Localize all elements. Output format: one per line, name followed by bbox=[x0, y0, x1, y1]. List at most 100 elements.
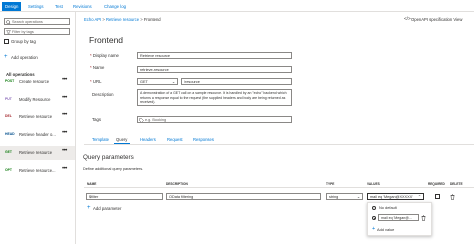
column-header-delete: DELETE bbox=[450, 182, 463, 186]
subtab-template[interactable]: Template bbox=[92, 137, 109, 142]
delete-icon[interactable] bbox=[450, 193, 455, 200]
plus-icon: + bbox=[87, 205, 91, 211]
subtab-query-underline bbox=[114, 143, 130, 145]
sidebar-operation-item[interactable]: OPT Retrieve resource... ••• bbox=[0, 164, 75, 178]
sidebar-operation-item[interactable]: GET Retrieve resource ••• bbox=[0, 146, 75, 160]
add-parameter-button[interactable]: + Add parameter bbox=[87, 205, 132, 213]
sidebar-operation-item[interactable]: POST Create resource ••• bbox=[0, 75, 75, 89]
default-value-radio[interactable] bbox=[372, 216, 376, 220]
tag-icon bbox=[139, 117, 144, 122]
param-values-select[interactable]: mail eq 'Megan@XXXXX' ⌃ bbox=[367, 193, 424, 200]
column-header-name: NAME bbox=[87, 182, 97, 186]
subtab-headers[interactable]: Headers bbox=[140, 137, 156, 142]
subtab-query[interactable]: Query bbox=[116, 137, 127, 142]
sidebar-operation-item[interactable]: PUT Modify Resource ••• bbox=[0, 93, 75, 107]
sidebar-operation-item[interactable]: DEL Retrieve resource ••• bbox=[0, 110, 75, 124]
http-verb-badge: PUT bbox=[5, 97, 12, 101]
plus-icon: + bbox=[372, 226, 376, 232]
more-options-icon[interactable]: ••• bbox=[62, 77, 67, 83]
filter-by-tags-input[interactable]: Filter by tags bbox=[4, 28, 70, 35]
search-operations-input[interactable]: Search operations bbox=[4, 18, 70, 25]
tab-design[interactable]: Design bbox=[2, 2, 22, 11]
breadcrumb: Echo API > Retrieve resource > Frontend bbox=[84, 17, 161, 23]
table-header-divider bbox=[84, 187, 474, 188]
column-header-values: VALUES bbox=[367, 182, 380, 186]
no-default-radio[interactable] bbox=[372, 206, 376, 210]
column-header-required: REQUIRED bbox=[428, 182, 445, 186]
enum-value-field[interactable]: mail eq 'Megan@... bbox=[378, 214, 419, 221]
display-name-label: * Display name bbox=[90, 53, 119, 58]
name-value: retrieve-resource bbox=[140, 68, 169, 72]
add-value-button[interactable]: + Add value bbox=[372, 226, 402, 233]
radio-selected-dot bbox=[373, 217, 376, 220]
description-textarea[interactable]: A demonstration of a GET call on a sampl… bbox=[137, 89, 292, 106]
operations-sidebar: Search operations Filter by tags Group b… bbox=[0, 12, 76, 244]
group-by-tag-checkbox[interactable] bbox=[4, 39, 9, 44]
url-label-text: URL bbox=[92, 79, 102, 84]
query-parameters-title: Query parameters bbox=[83, 154, 134, 161]
subtabs-divider bbox=[84, 144, 474, 145]
required-asterisk: * bbox=[90, 65, 92, 70]
column-header-type: TYPE bbox=[326, 182, 335, 186]
tab-test[interactable]: Test bbox=[55, 2, 63, 11]
tab-settings[interactable]: Settings bbox=[28, 2, 44, 11]
search-operations-placeholder: Search operations bbox=[12, 20, 43, 24]
param-type-value: string bbox=[329, 195, 339, 199]
subtab-request[interactable]: Request bbox=[167, 137, 183, 142]
display-name-label-text: Display name bbox=[92, 53, 119, 58]
operation-name: Retrieve resource bbox=[19, 150, 53, 155]
operation-name: Retrieve header o... bbox=[19, 132, 56, 137]
add-parameter-label: Add parameter bbox=[93, 206, 122, 211]
plus-icon: + bbox=[4, 54, 8, 60]
url-label: * URL bbox=[90, 79, 102, 84]
http-method-value: GET bbox=[140, 80, 148, 84]
openapi-link-label: OpenAPI specification View bbox=[411, 17, 463, 22]
add-operation-button[interactable]: + Add operation bbox=[4, 54, 64, 62]
tags-input[interactable]: e.g. Booking bbox=[137, 116, 292, 123]
display-name-field[interactable]: Retrieve resource bbox=[137, 52, 292, 59]
display-name-value: Retrieve resource bbox=[140, 54, 170, 58]
http-verb-badge: OPT bbox=[5, 168, 12, 172]
more-options-icon[interactable]: ••• bbox=[62, 95, 67, 101]
param-description-value: OData filtering bbox=[169, 195, 194, 199]
required-asterisk: * bbox=[90, 79, 92, 84]
more-options-icon[interactable]: ••• bbox=[62, 130, 67, 136]
enum-value-text: mail eq 'Megan@... bbox=[381, 216, 412, 220]
required-asterisk: * bbox=[90, 53, 92, 58]
no-default-label: No default bbox=[379, 205, 397, 210]
code-icon: </> bbox=[404, 16, 411, 21]
more-options-icon[interactable]: ••• bbox=[62, 148, 67, 154]
breadcrumb-item-api[interactable]: Echo API bbox=[84, 17, 101, 22]
param-description-field[interactable]: OData filtering bbox=[166, 193, 321, 200]
url-template-field[interactable]: /resource bbox=[181, 78, 292, 85]
search-icon bbox=[6, 19, 11, 24]
more-options-icon[interactable]: ••• bbox=[62, 112, 67, 118]
sidebar-operation-item[interactable]: HEAD Retrieve header o... ••• bbox=[0, 128, 75, 142]
required-checkbox[interactable] bbox=[435, 194, 440, 199]
breadcrumb-item-current: Frontend bbox=[143, 17, 161, 22]
more-options-icon[interactable]: ••• bbox=[62, 166, 67, 172]
tab-revisions[interactable]: Revisions bbox=[73, 2, 92, 11]
operation-name: Modify Resource bbox=[19, 97, 51, 102]
http-verb-badge: HEAD bbox=[5, 132, 15, 136]
param-name-field[interactable]: $filter bbox=[86, 193, 163, 200]
param-type-select[interactable]: string ⌄ bbox=[326, 193, 363, 200]
url-template-value: /resource bbox=[184, 80, 200, 84]
openapi-specification-link[interactable]: </> OpenAPI specification View bbox=[404, 16, 463, 23]
http-verb-badge: GET bbox=[5, 150, 12, 154]
page-title: Frontend bbox=[89, 35, 124, 45]
chevron-down-icon: ⌄ bbox=[171, 80, 175, 84]
name-field[interactable]: retrieve-resource bbox=[137, 66, 292, 73]
http-verb-badge: DEL bbox=[5, 114, 12, 118]
delete-value-icon[interactable] bbox=[421, 215, 426, 221]
add-value-label: Add value bbox=[377, 227, 395, 232]
tab-change-log[interactable]: Change log bbox=[104, 2, 126, 11]
operation-name: Retrieve resource bbox=[19, 114, 53, 119]
subtab-responses[interactable]: Responses bbox=[193, 137, 214, 142]
breadcrumb-item-operation[interactable]: Retrieve resource bbox=[106, 17, 139, 22]
chevron-up-icon: ⌃ bbox=[417, 194, 421, 199]
http-method-select[interactable]: GET ⌄ bbox=[137, 78, 178, 85]
http-verb-badge: POST bbox=[5, 79, 15, 83]
description-value: A demonstration of a GET call on a sampl… bbox=[140, 91, 287, 105]
operation-name: Retrieve resource... bbox=[19, 168, 56, 173]
